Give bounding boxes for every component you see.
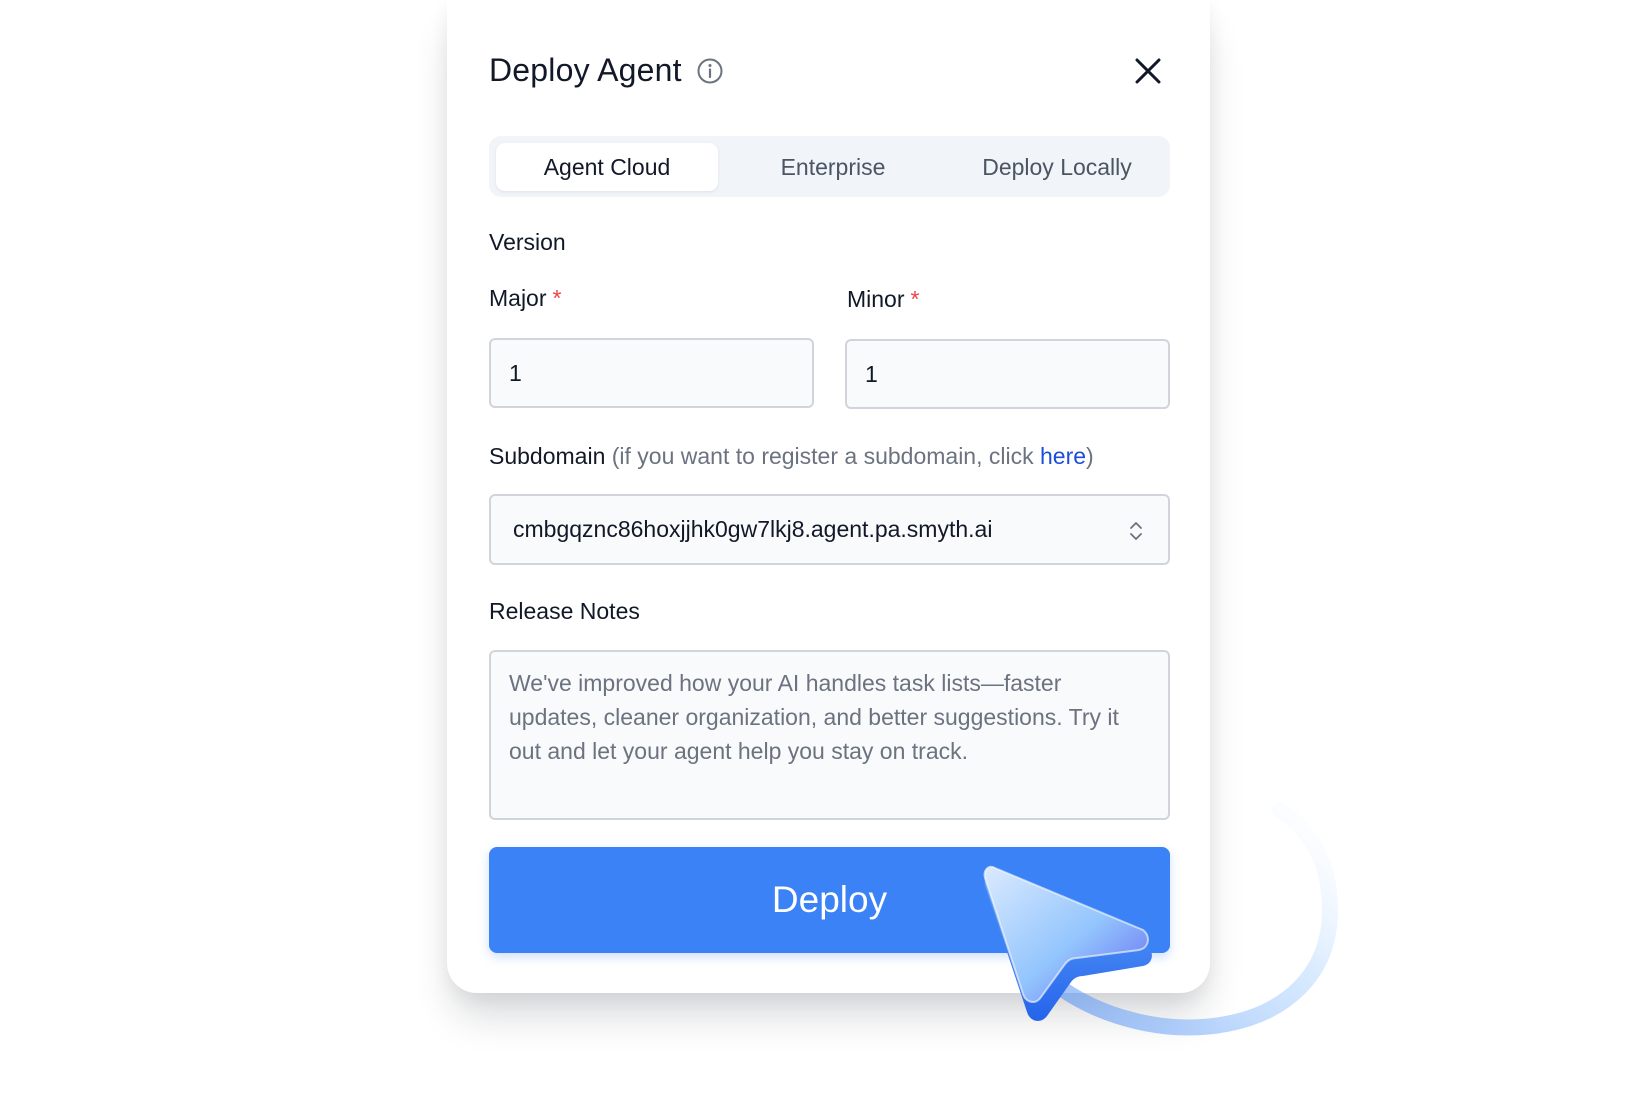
subdomain-hint: (if you want to register a subdomain, cl… [611,443,1034,469]
required-marker: * [552,285,562,311]
dialog-header: Deploy Agent [489,52,724,89]
pointer-cursor-icon [983,865,1152,1021]
subdomain-hint-close: ) [1086,443,1094,469]
dialog-title: Deploy Agent [489,52,682,88]
deploy-agent-dialog: Deploy Agent Agent Cloud Enterprise Depl… [447,0,1210,993]
release-notes-textarea[interactable]: We've improved how your AI handles task … [489,650,1170,820]
chevron-up-down-icon [1130,522,1142,540]
subdomain-label: Subdomain (if you want to register a sub… [489,443,1094,470]
major-version-input[interactable]: 1 [489,338,814,408]
subdomain-select[interactable]: cmbgqznc86hoxjjhk0gw7lkj8.agent.pa.smyth… [489,494,1170,565]
required-marker: * [910,286,920,312]
tab-enterprise[interactable]: Enterprise [729,143,937,191]
major-label-text: Major [489,285,547,311]
release-notes-label: Release Notes [489,598,640,624]
tab-agent-cloud[interactable]: Agent Cloud [496,143,718,191]
deploy-target-tabs: Agent Cloud Enterprise Deploy Locally [489,136,1170,197]
minor-version-input[interactable]: 1 [845,339,1170,409]
tab-deploy-locally[interactable]: Deploy Locally [947,143,1167,191]
version-section-label: Version [489,229,566,255]
subdomain-select-value: cmbgqznc86hoxjjhk0gw7lkj8.agent.pa.smyth… [513,516,993,542]
info-circle-icon[interactable] [696,57,724,85]
minor-label: Minor * [847,286,919,313]
close-icon[interactable] [1130,53,1166,89]
major-label: Major * [489,285,561,312]
minor-label-text: Minor [847,286,905,312]
subdomain-label-text: Subdomain [489,443,606,469]
register-subdomain-link[interactable]: here [1040,443,1086,469]
dialog-top [447,0,1210,40]
